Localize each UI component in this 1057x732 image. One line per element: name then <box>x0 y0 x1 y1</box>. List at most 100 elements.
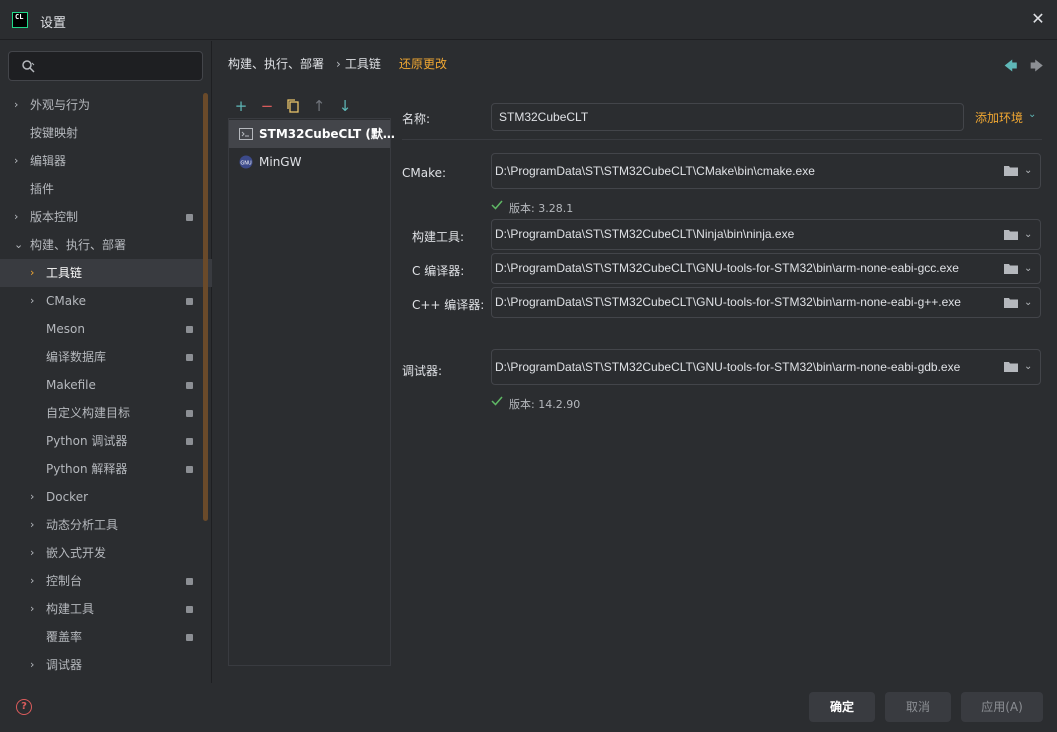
toolchain-item-mingw[interactable]: GNU MinGW <box>229 148 390 176</box>
revert-changes-link[interactable]: 还原更改 <box>399 55 447 72</box>
sidebar-item[interactable]: › Docker <box>0 483 212 511</box>
back-arrow-icon[interactable]: 🡄 <box>1004 57 1018 74</box>
forward-arrow-icon[interactable]: 🡆 <box>1030 57 1044 74</box>
gnu-icon: GNU <box>239 155 253 169</box>
cpp-compiler-path-field[interactable]: D:\ProgramData\ST\STM32CubeCLT\GNU-tools… <box>491 287 1041 318</box>
folder-icon[interactable] <box>1004 165 1018 176</box>
cmake-path-field[interactable]: D:\ProgramData\ST\STM32CubeCLT\CMake\bin… <box>491 153 1041 189</box>
chevron-down-icon[interactable]: ⌄ <box>1024 220 1034 249</box>
project-level-icon <box>186 354 193 361</box>
c-compiler-path-field[interactable]: D:\ProgramData\ST\STM32CubeCLT\GNU-tools… <box>491 253 1041 284</box>
build-tool-path-field[interactable]: D:\ProgramData\ST\STM32CubeCLT\Ninja\bin… <box>491 219 1041 250</box>
sidebar-item[interactable]: › 外观与行为 <box>0 91 212 119</box>
sidebar-item[interactable]: Meson <box>0 315 212 343</box>
breadcrumb-current: 工具链 <box>344 57 381 71</box>
chevron-right-icon[interactable]: › <box>30 259 42 287</box>
sidebar-item[interactable]: › 控制台 <box>0 567 212 595</box>
project-level-icon <box>186 410 193 417</box>
search-input[interactable] <box>8 51 203 81</box>
c-compiler-path-value: D:\ProgramData\ST\STM32CubeCLT\GNU-tools… <box>495 261 959 275</box>
toolchain-item-label: MinGW <box>259 155 302 169</box>
chevron-right-icon[interactable]: › <box>30 651 42 679</box>
chevron-down-icon[interactable]: ⌄ <box>14 231 26 259</box>
check-icon <box>491 396 503 406</box>
add-environment-button[interactable]: 添加环境 <box>975 109 1023 126</box>
sidebar-item[interactable]: › 工具链 <box>0 259 212 287</box>
cmake-version: 版本: 3.28.1 <box>509 202 574 215</box>
sidebar-item-label: 自定义构建目标 <box>46 406 131 420</box>
sidebar-item[interactable]: 编译数据库 <box>0 343 212 371</box>
apply-button[interactable]: 应用(A) <box>961 692 1043 722</box>
sidebar-item[interactable]: › 构建工具 <box>0 595 212 623</box>
sidebar-item[interactable]: › 嵌入式开发 <box>0 539 212 567</box>
debugger-path-field[interactable]: D:\ProgramData\ST\STM32CubeCLT\GNU-tools… <box>491 349 1041 385</box>
chevron-right-icon[interactable]: › <box>30 595 42 623</box>
project-level-icon <box>186 214 193 221</box>
sidebar-item-label: CMake <box>46 294 86 308</box>
sidebar-item[interactable]: › 版本控制 <box>0 203 212 231</box>
cancel-button[interactable]: 取消 <box>885 692 951 722</box>
help-icon[interactable]: ? <box>16 699 32 715</box>
sidebar-item[interactable]: 按键映射 <box>0 119 212 147</box>
sidebar-item-label: Meson <box>46 322 85 336</box>
clion-logo-icon: CL <box>12 12 28 28</box>
move-up-icon[interactable]: ↑ <box>310 96 328 116</box>
chevron-right-icon[interactable]: › <box>30 567 42 595</box>
sidebar-item-label: Docker <box>46 490 89 504</box>
close-icon[interactable]: ✕ <box>1029 10 1047 28</box>
sidebar-item[interactable]: Makefile <box>0 371 212 399</box>
chevron-right-icon[interactable]: › <box>30 539 42 567</box>
debugger-path-value: D:\ProgramData\ST\STM32CubeCLT\GNU-tools… <box>495 360 961 374</box>
debugger-version: 版本: 14.2.90 <box>509 398 581 411</box>
sidebar-item-label: 插件 <box>30 182 55 196</box>
svg-text:GNU: GNU <box>240 161 252 167</box>
chevron-down-icon[interactable]: ⌄ <box>1028 109 1036 120</box>
chevron-right-icon[interactable]: › <box>14 91 26 119</box>
sidebar-item-label: 编辑器 <box>30 154 67 168</box>
add-icon[interactable]: + <box>232 96 250 116</box>
chevron-right-icon[interactable]: › <box>30 483 42 511</box>
remove-icon[interactable]: − <box>258 96 276 116</box>
sidebar-item[interactable]: › CMake <box>0 287 212 315</box>
sidebar-scrollbar[interactable] <box>203 93 208 521</box>
toolchain-item-stm32cubeclt[interactable]: STM32CubeCLT (默… <box>229 120 395 148</box>
breadcrumb-parent[interactable]: 构建、执行、部署 <box>228 57 324 71</box>
sidebar-item[interactable]: Python 解释器 <box>0 455 212 483</box>
move-down-icon[interactable]: ↓ <box>336 96 354 116</box>
chevron-down-icon[interactable]: ⌄ <box>1024 350 1034 384</box>
copy-icon[interactable] <box>284 96 302 116</box>
sidebar-item[interactable]: 自定义构建目标 <box>0 399 212 427</box>
sidebar-item[interactable]: › 调试器 <box>0 651 212 679</box>
ok-button[interactable]: 确定 <box>809 692 875 722</box>
sidebar-item[interactable]: 插件 <box>0 175 212 203</box>
project-level-icon <box>186 606 193 613</box>
project-level-icon <box>186 298 193 305</box>
folder-icon[interactable] <box>1004 361 1018 372</box>
cmake-path-value: D:\ProgramData\ST\STM32CubeCLT\CMake\bin… <box>495 164 815 178</box>
search-icon <box>22 60 35 73</box>
sidebar-item[interactable]: Python 调试器 <box>0 427 212 455</box>
folder-icon[interactable] <box>1004 297 1018 308</box>
cpp-compiler-path-value: D:\ProgramData\ST\STM32CubeCLT\GNU-tools… <box>495 295 961 309</box>
chevron-down-icon[interactable]: ⌄ <box>1024 154 1034 188</box>
sidebar-item[interactable]: ⌄ 构建、执行、部署 <box>0 231 212 259</box>
chevron-right-icon[interactable]: › <box>30 511 42 539</box>
folder-icon[interactable] <box>1004 229 1018 240</box>
debugger-label: 调试器: <box>402 364 443 378</box>
chevron-down-icon[interactable]: ⌄ <box>1024 254 1034 283</box>
sidebar-item[interactable]: › 动态分析工具 <box>0 511 212 539</box>
chevron-down-icon[interactable]: ⌄ <box>1024 288 1034 317</box>
cpp-compiler-label: C++ 编译器: <box>412 298 485 312</box>
toolchain-item-label: STM32CubeCLT (默… <box>259 127 395 141</box>
chevron-right-icon[interactable]: › <box>30 287 42 315</box>
chevron-right-icon[interactable]: › <box>14 203 26 231</box>
sidebar-item[interactable]: › 编辑器 <box>0 147 212 175</box>
sidebar-item-label: 编译数据库 <box>46 350 107 364</box>
settings-sidebar: › 外观与行为 按键映射 › 编辑器 插件 › 版本控制 ⌄ 构建、执行、部署 › 工具链 › CMake… <box>0 41 212 683</box>
folder-icon[interactable] <box>1004 263 1018 274</box>
chevron-right-icon[interactable]: › <box>14 147 26 175</box>
name-field[interactable]: STM32CubeCLT <box>491 103 964 131</box>
c-compiler-label: C 编译器: <box>412 264 465 278</box>
sidebar-item[interactable]: 覆盖率 <box>0 623 212 651</box>
sidebar-item-label: Python 解释器 <box>46 462 128 476</box>
